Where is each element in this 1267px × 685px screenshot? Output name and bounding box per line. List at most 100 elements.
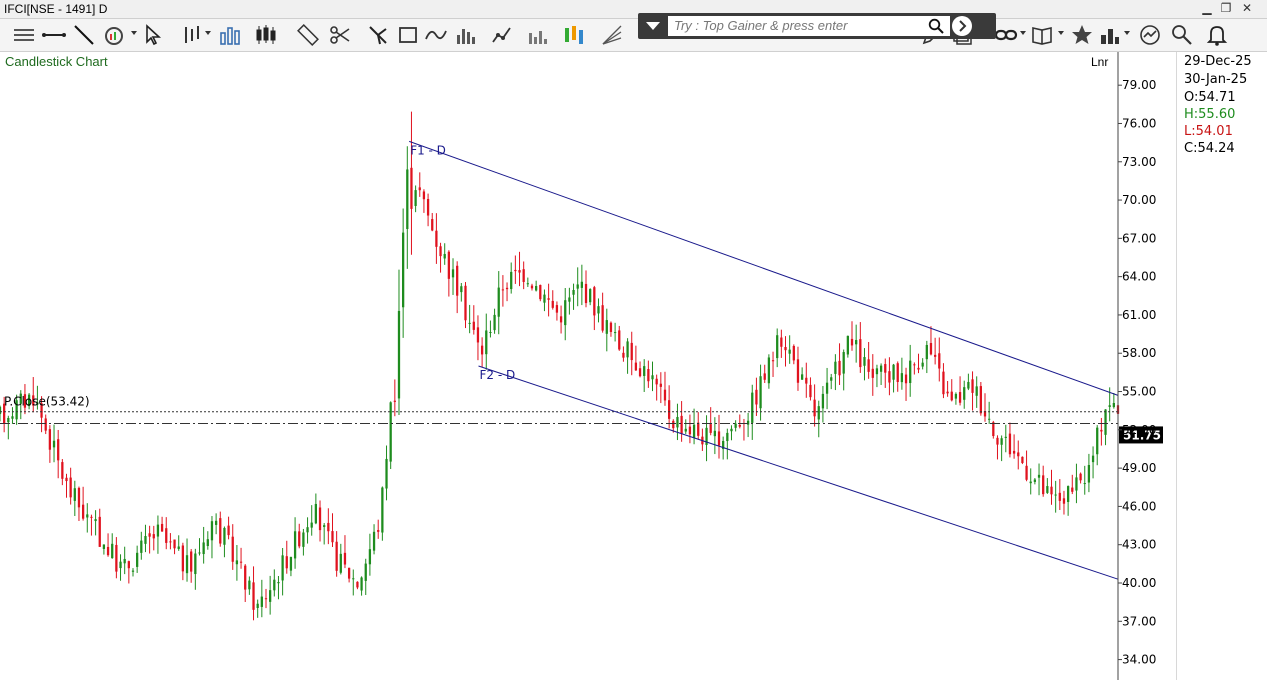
candlestick-chart[interactable]: Candlestick Chart Lnr P.Close(53.42)51.7… — [0, 52, 1176, 680]
candle-body — [1075, 477, 1078, 491]
candle-body — [497, 287, 500, 317]
candle-body — [52, 440, 56, 448]
close-icon[interactable]: ✕ — [1238, 1, 1256, 15]
window-title: IFCI[NSE - 1491] D — [4, 2, 108, 16]
candle-body — [231, 536, 234, 562]
candle-body — [206, 539, 209, 547]
minimize-icon[interactable]: ▁ — [1198, 1, 1216, 15]
candle-body — [547, 298, 550, 300]
candle-body — [352, 578, 355, 580]
candle-body — [1012, 450, 1016, 454]
horizontal-line-icon[interactable] — [42, 23, 66, 47]
rectangle-icon[interactable] — [396, 23, 420, 47]
bar-chart-icon[interactable] — [218, 23, 242, 47]
candle-body — [339, 553, 342, 573]
search-icon[interactable] — [928, 18, 944, 34]
y-tick-label: 58.00 — [1122, 346, 1156, 360]
cursor-icon[interactable] — [142, 23, 166, 47]
y-tick-label: 55.00 — [1122, 385, 1156, 399]
candle-body — [780, 337, 783, 347]
star-icon[interactable] — [1070, 23, 1094, 47]
candle-body — [821, 393, 825, 409]
candle-body — [426, 199, 430, 216]
candle-body — [755, 389, 758, 405]
candle-body — [256, 603, 259, 608]
candle-body — [190, 551, 193, 572]
candle-body — [335, 541, 338, 571]
candle-body — [77, 487, 81, 508]
trendline-icon[interactable] — [72, 23, 96, 47]
line-chart-icon[interactable] — [490, 23, 514, 47]
candle-body — [260, 596, 263, 607]
dropdown-triangle-icon[interactable] — [642, 17, 664, 35]
ohlc-bars-icon[interactable] — [180, 23, 204, 47]
candle-body — [630, 342, 633, 361]
candle-body — [1050, 486, 1053, 495]
fan-lines-icon[interactable] — [600, 23, 624, 47]
chevron-down-icon[interactable] — [131, 31, 137, 35]
candle-body — [871, 368, 874, 378]
candle-body — [81, 504, 85, 519]
candle-body — [601, 305, 604, 331]
candle-body — [958, 392, 962, 403]
candle-body — [863, 357, 866, 366]
candle-body — [356, 581, 359, 588]
candle-body — [805, 377, 808, 384]
candle-body — [963, 387, 966, 400]
color-bars-icon[interactable] — [562, 23, 586, 47]
indicator-icon[interactable] — [102, 23, 126, 47]
chevron-down-icon[interactable] — [1124, 31, 1130, 35]
chevron-down-icon[interactable] — [1058, 31, 1064, 35]
candle-body — [472, 321, 475, 330]
candle-body — [422, 191, 426, 200]
candle-body — [609, 322, 613, 332]
candle-body — [198, 552, 201, 554]
y-tick-label: 76.00 — [1122, 116, 1156, 130]
candle-body — [1004, 436, 1007, 438]
candle-body — [717, 431, 721, 446]
toolbox-icon[interactable] — [1098, 23, 1122, 47]
chart-area[interactable]: Candlestick Chart Lnr P.Close(53.42) 51.7… — [0, 52, 1267, 680]
candle-body — [888, 371, 891, 383]
candle-body — [61, 462, 64, 479]
candlestick-icon[interactable] — [254, 23, 278, 47]
candle-body — [156, 524, 160, 537]
ruler-icon[interactable] — [296, 23, 320, 47]
candle-body — [115, 544, 118, 572]
candle-body — [659, 383, 662, 387]
candle-body — [979, 386, 982, 414]
candle-body — [269, 590, 272, 602]
candle-body — [410, 167, 413, 209]
candle-body — [318, 507, 322, 531]
candle-body — [293, 531, 297, 559]
scissors-icon[interactable] — [328, 23, 352, 47]
volume-icon[interactable] — [526, 23, 550, 47]
zoom-tool-icon[interactable] — [1170, 23, 1194, 47]
candle-body — [713, 430, 716, 437]
chevron-down-icon[interactable] — [1020, 31, 1026, 35]
candle-body — [1108, 405, 1111, 407]
menu-lines-icon[interactable] — [12, 23, 36, 47]
candle-body — [904, 374, 908, 384]
candle-body — [372, 531, 376, 551]
restore-icon[interactable]: ❐ — [1217, 1, 1235, 15]
fork-icon[interactable] — [366, 23, 390, 47]
wave-icon[interactable] — [424, 23, 448, 47]
chevron-down-icon[interactable] — [205, 31, 211, 35]
ohlc-info-panel: 29-Dec-25 30-Jan-25 O:54.71 H:55.60 L:54… — [1176, 52, 1267, 680]
candle-body — [48, 429, 52, 450]
compare-icon[interactable] — [1138, 23, 1162, 47]
go-arrow-icon[interactable] — [951, 15, 973, 37]
candle-body — [838, 360, 841, 376]
candle-body — [788, 349, 791, 354]
candle-body — [210, 521, 214, 541]
candle-body — [160, 523, 164, 532]
book-icon[interactable] — [1030, 23, 1054, 47]
candle-body — [219, 518, 222, 544]
histogram-icon[interactable] — [454, 23, 478, 47]
link-icon[interactable] — [994, 23, 1018, 47]
candle-body — [692, 424, 696, 438]
candle-body — [688, 426, 692, 435]
alert-bell-icon[interactable] — [1205, 23, 1229, 47]
search-input[interactable]: Try : Top Gainer & press enter — [668, 16, 950, 36]
